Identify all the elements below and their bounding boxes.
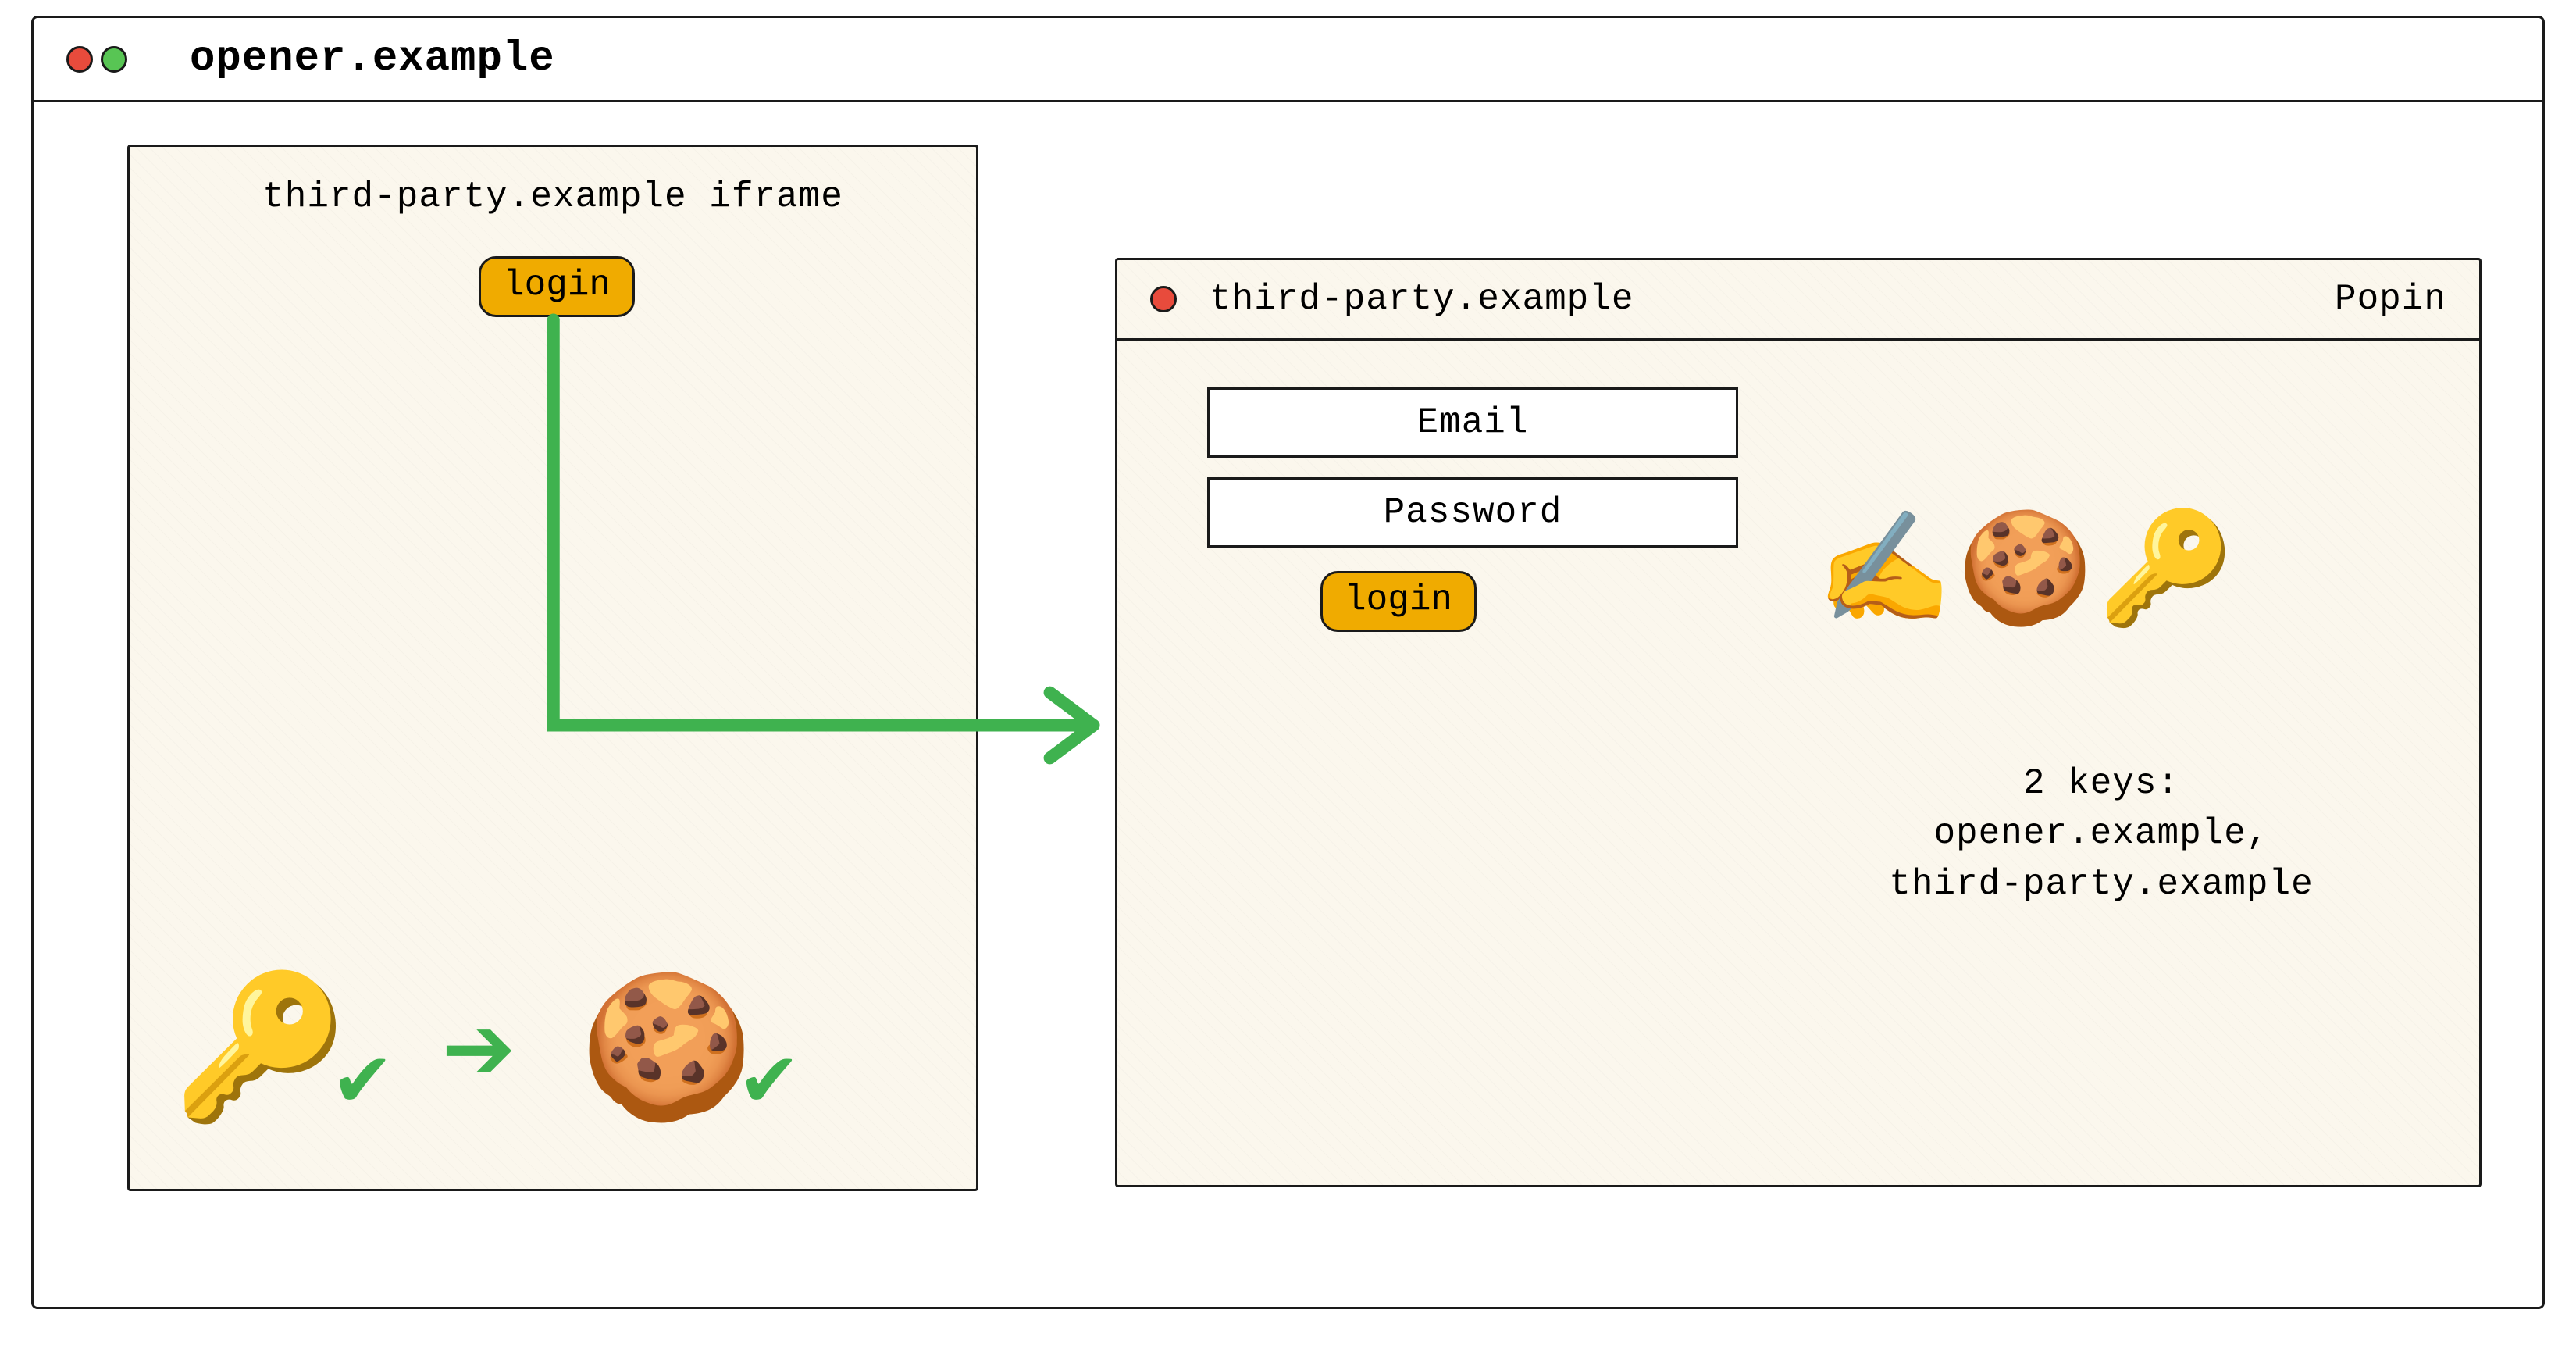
popin-titlebar: third-party.example Popin [1117,260,2479,341]
popin-badge: Popin [2335,279,2446,319]
popin-title: third-party.example [1210,279,1634,319]
popin-window: third-party.example Popin Email Password… [1115,258,2482,1187]
browser-title: opener.example [190,35,555,83]
browser-body: third-party.example iframe login 🔑 ✔ ➔ 🍪… [34,109,2542,1307]
check-icon: ✔ [743,1025,795,1131]
arrow-right-icon: ➔ [441,974,516,1129]
iframe-label: third-party.example iframe [130,147,976,217]
cookie-icon: 🍪 [579,965,754,1138]
cookie-icon: 🍪 [1957,505,2093,639]
iframe-login-button[interactable]: login [479,256,635,317]
window-maximize-dot[interactable] [101,46,127,73]
popin-body: Email Password login ✍️ 🍪 🔑 2 keys: open… [1117,344,2479,1185]
iframe-result-row: 🔑 ✔ ➔ 🍪 ✔ [173,965,817,1138]
write-cookie-key-icons: ✍️ 🍪 🔑 [1816,505,2234,639]
keys-description: 2 keys: opener.example, third-party.exam… [1765,758,2437,909]
keys-line-1: opener.example, [1765,808,2437,858]
email-field[interactable]: Email [1207,387,1738,458]
keys-heading: 2 keys: [1765,758,2437,808]
writing-hand-icon: ✍️ [1816,505,1952,639]
key-icon: 🔑 [173,965,347,1138]
password-field[interactable]: Password [1207,477,1738,548]
window-close-dot[interactable] [66,46,93,73]
popin-login-button[interactable]: login [1320,571,1477,632]
check-icon: ✔ [337,1025,388,1131]
popin-close-dot[interactable] [1150,286,1177,312]
browser-titlebar: opener.example [34,18,2542,102]
browser-window: opener.example third-party.example ifram… [31,16,2545,1309]
key-icon: 🔑 [2098,505,2234,639]
iframe-panel: third-party.example iframe login 🔑 ✔ ➔ 🍪… [127,145,978,1191]
keys-line-2: third-party.example [1765,859,2437,909]
